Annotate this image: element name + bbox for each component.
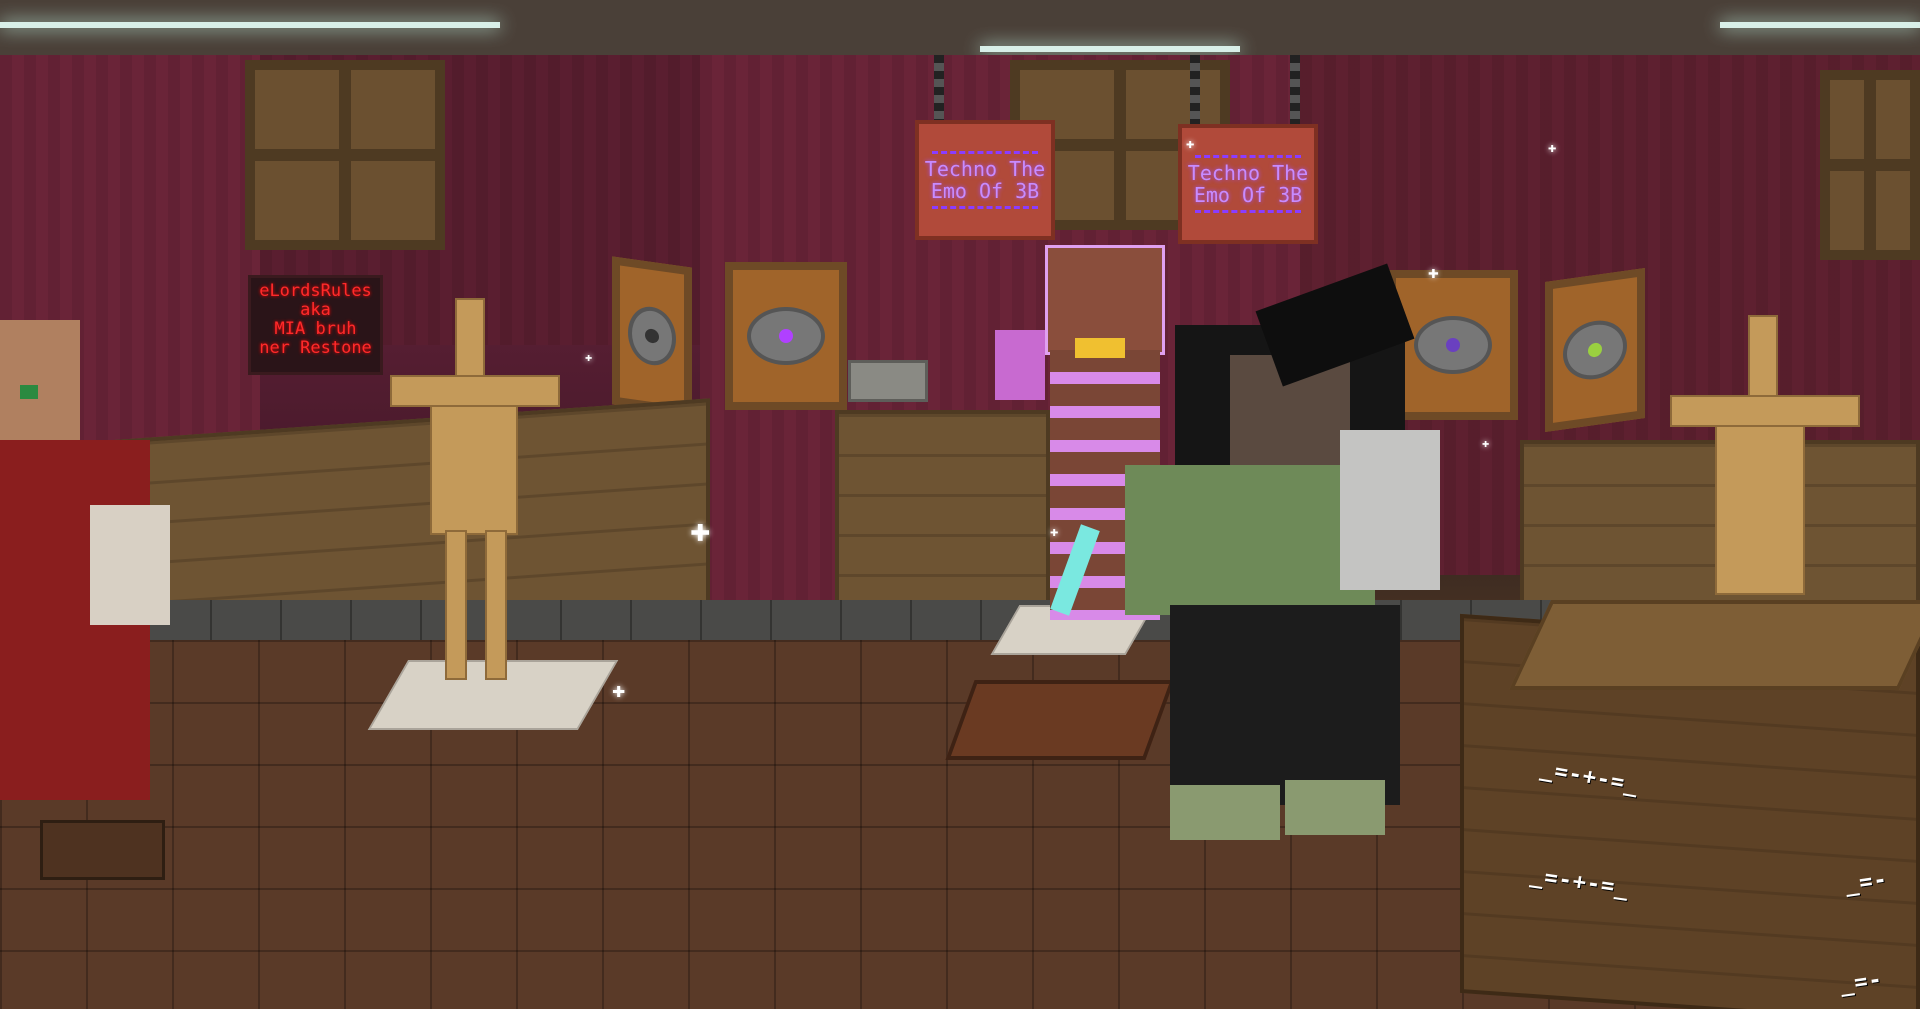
- sign-line: Emo Of 3B: [1193, 183, 1303, 207]
- lever-block[interactable]: [848, 360, 928, 402]
- ceiling: [0, 0, 1920, 61]
- hanging-sign-left[interactable]: Techno The Emo Of 3B: [915, 120, 1055, 240]
- red-sign-line: ner Restone: [259, 338, 372, 358]
- ceiling-light: [0, 22, 500, 28]
- music-disc-frame[interactable]: [612, 256, 692, 416]
- music-disc-icon: [747, 307, 825, 365]
- red-sign[interactable]: eLordsRules aka MIA bruh ner Restone: [248, 275, 383, 375]
- floor-trapdoor[interactable]: [945, 680, 1175, 760]
- wooden-trapdoor-frame: [1820, 70, 1920, 260]
- armor-stand-leg[interactable]: [445, 530, 467, 680]
- chain: [1290, 55, 1300, 130]
- red-sign-line: MIA bruh: [274, 319, 357, 339]
- red-sign-line: eLordsRules: [259, 281, 372, 301]
- wooden-trapdoor-frame: [245, 60, 445, 250]
- music-disc-icon: [1563, 316, 1627, 384]
- chain: [1190, 55, 1200, 125]
- hanging-sign-right[interactable]: Techno The Emo Of 3B: [1178, 124, 1318, 244]
- chain: [934, 55, 944, 125]
- ceiling-light: [1720, 22, 1920, 28]
- sparkle-particle: ✚: [1050, 524, 1059, 540]
- red-sign-line: aka: [300, 300, 331, 320]
- player-shoe: [1170, 785, 1280, 840]
- player-pants[interactable]: [1170, 605, 1400, 805]
- armor-stand-leg[interactable]: [485, 530, 507, 680]
- music-disc-frame[interactable]: [1545, 267, 1645, 433]
- sign-line: Techno The: [1187, 161, 1309, 185]
- chest-lid[interactable]: [1509, 600, 1920, 690]
- music-disc-frame[interactable]: [1388, 270, 1518, 420]
- sign-line: Techno The: [924, 157, 1046, 181]
- armor-stand-head[interactable]: [1748, 315, 1778, 405]
- player-arm[interactable]: [1340, 430, 1440, 590]
- armor-stand-shoulders[interactable]: [1670, 395, 1860, 427]
- ceiling-light: [980, 46, 1240, 52]
- sign-line: Emo Of 3B: [930, 179, 1040, 203]
- armor-stand-body[interactable]: [430, 405, 518, 535]
- sparkle-particle: ✚: [612, 678, 626, 703]
- gold-chain-icon: [1075, 338, 1125, 358]
- sparkle-particle: ✚: [1482, 436, 1490, 450]
- music-disc-frame[interactable]: [725, 262, 847, 410]
- floor-slab: [40, 820, 165, 880]
- sparkle-particle: ✚: [1428, 262, 1439, 283]
- sparkle-particle: ✚: [690, 510, 711, 550]
- armored-stand-arm[interactable]: [995, 330, 1045, 400]
- npc-eye: [20, 385, 38, 399]
- music-disc-icon: [1414, 316, 1492, 374]
- sparkle-particle: ✚: [1186, 136, 1195, 152]
- npc-arm: [90, 505, 170, 625]
- player-shirt[interactable]: [1125, 465, 1375, 615]
- player-shoe: [1285, 780, 1385, 835]
- armor-stand-head[interactable]: [455, 298, 485, 386]
- wooden-crate: [835, 410, 1050, 630]
- npc-head[interactable]: [0, 320, 80, 450]
- armor-stand-body[interactable]: [1715, 425, 1805, 595]
- armor-stand-shoulders[interactable]: [390, 375, 560, 407]
- game-viewport[interactable]: eLordsRules aka MIA bruh ner Restone Tec…: [0, 0, 1920, 1009]
- sparkle-particle: ✚: [1548, 140, 1557, 156]
- sparkle-particle: ✚: [585, 350, 593, 364]
- music-disc-icon: [628, 303, 676, 369]
